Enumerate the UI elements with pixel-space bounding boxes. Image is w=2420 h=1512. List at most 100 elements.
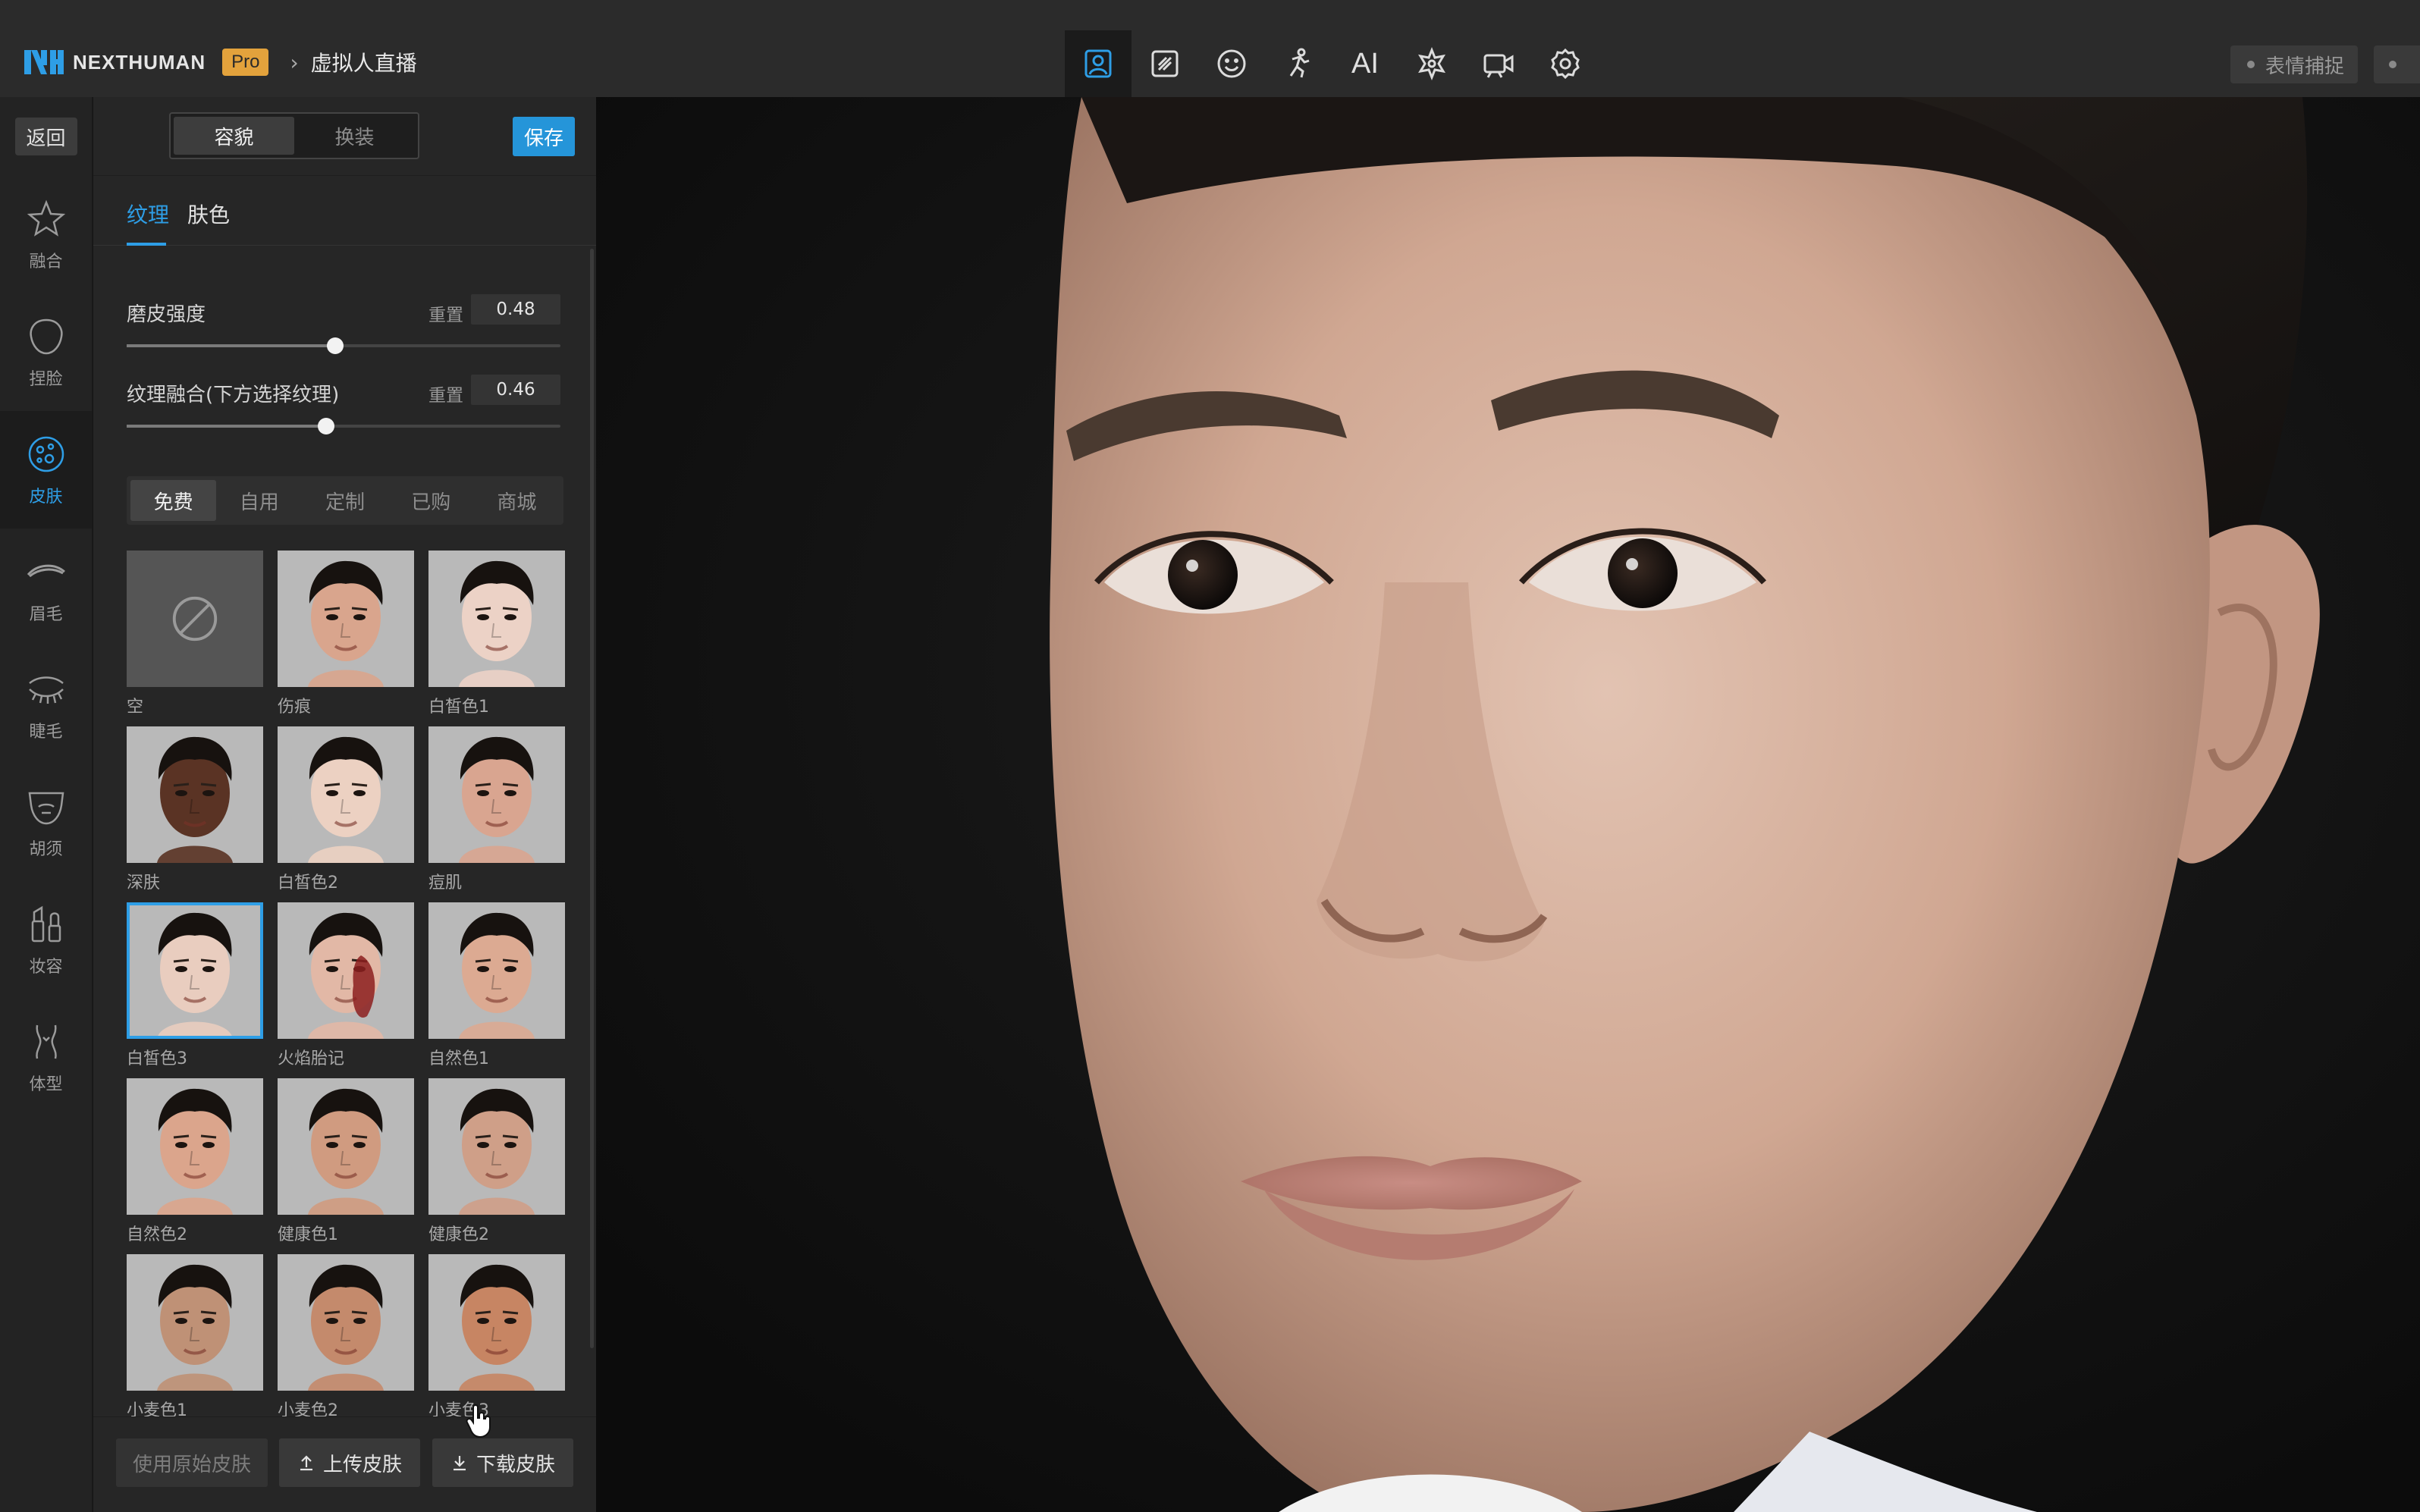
- outfit-tab[interactable]: 换装: [294, 117, 415, 155]
- smoothing-value-input[interactable]: 0.48: [471, 294, 560, 325]
- skin-option[interactable]: 深肤: [127, 726, 263, 893]
- skin-option[interactable]: 小麦色3: [428, 1254, 565, 1421]
- slash-square-icon: [1151, 50, 1179, 77]
- face-preview-icon: [278, 902, 414, 1039]
- ai-tool-button[interactable]: AI: [1332, 30, 1398, 97]
- texture-blend-slider-track[interactable]: [127, 418, 560, 434]
- filter-store[interactable]: 商城: [474, 480, 560, 521]
- skin-option-label: 健康色2: [428, 1225, 489, 1244]
- smoothing-label: 磨皮强度: [127, 303, 206, 326]
- skin-option[interactable]: 健康色2: [428, 1078, 565, 1245]
- skin-option-label: 自然色2: [127, 1225, 187, 1244]
- upload-skin-button[interactable]: 上传皮肤: [279, 1438, 420, 1487]
- skin-option-label: 空: [127, 698, 144, 717]
- face-preview-icon: [127, 1078, 263, 1215]
- skin-thumbnail: [428, 726, 565, 863]
- skin-option[interactable]: 痘肌: [428, 726, 565, 893]
- mode-segmented-control: 容貌 换装: [169, 112, 419, 159]
- skin-thumbnail: [127, 1254, 263, 1391]
- texture-blend-slider-handle[interactable]: [318, 418, 335, 434]
- body-icon: [35, 1024, 57, 1059]
- skin-thumbnail: [428, 1254, 565, 1391]
- skin-subtabs: 纹理 肤色: [93, 176, 596, 246]
- face-preview-icon: [278, 551, 414, 687]
- skin-option[interactable]: 空: [127, 551, 263, 717]
- video-camera-icon: [1483, 54, 1514, 78]
- face-preview-icon: [428, 902, 565, 1039]
- skin-option[interactable]: 自然色2: [127, 1078, 263, 1245]
- avatar-viewport[interactable]: [596, 97, 2420, 1512]
- skin-option-label: 白皙色3: [127, 1049, 187, 1068]
- download-icon: [453, 1456, 466, 1471]
- rail-header: 返回: [0, 97, 92, 176]
- appearance-tab[interactable]: 容貌: [174, 117, 294, 155]
- skin-option[interactable]: 白皙色1: [428, 551, 565, 717]
- skin-option[interactable]: 伤痕: [278, 551, 414, 717]
- texture-blend-value-input[interactable]: 0.46: [471, 375, 560, 405]
- face-preview-icon: [428, 551, 565, 687]
- use-original-skin-button[interactable]: 使用原始皮肤: [116, 1438, 268, 1487]
- skin-option[interactable]: 健康色1: [278, 1078, 414, 1245]
- tab-skin-color[interactable]: 肤色: [187, 199, 230, 229]
- skin-actions: 使用原始皮肤 上传皮肤 下载皮肤: [93, 1416, 596, 1512]
- smoothing-reset-button[interactable]: 重置: [428, 300, 463, 326]
- rail-item-beard[interactable]: 胡须: [0, 764, 92, 881]
- rail-item-makeup[interactable]: 妆容: [0, 881, 92, 999]
- panel-header: 容貌 换装 保存: [93, 97, 596, 176]
- upload-skin-label: 上传皮肤: [322, 1453, 402, 1476]
- logo-mark-icon: [24, 47, 64, 77]
- skin-thumbnail: [278, 551, 414, 687]
- logo-text: NEXTHUMAN: [73, 50, 206, 74]
- smoothing-slider-track[interactable]: [127, 337, 560, 354]
- save-button[interactable]: 保存: [513, 117, 575, 156]
- skin-option[interactable]: 白皙色3: [127, 902, 263, 1069]
- running-person-icon: [1289, 48, 1310, 78]
- rail-item-face-shape[interactable]: 捏脸: [0, 293, 92, 411]
- panel-scrollbar[interactable]: [590, 249, 594, 1348]
- rail-item-eyelash[interactable]: 睫毛: [0, 646, 92, 764]
- edit-tool-button[interactable]: [1132, 30, 1198, 97]
- expression-tool-button[interactable]: [1198, 30, 1265, 97]
- skin-option[interactable]: 自然色1: [428, 902, 565, 1069]
- makeup-icon: [31, 905, 61, 942]
- source-filter: 免费 自用 定制 已购 商城: [127, 476, 563, 525]
- back-button[interactable]: 返回: [14, 118, 77, 155]
- pro-badge: Pro: [222, 49, 269, 76]
- hand-cursor-icon: [466, 1404, 491, 1438]
- rail-item-label: 胡须: [29, 839, 63, 859]
- filter-personal[interactable]: 自用: [216, 480, 302, 521]
- skin-option-label: 自然色1: [428, 1049, 489, 1068]
- rail-item-label: 眉毛: [29, 604, 63, 624]
- download-skin-button[interactable]: 下载皮肤: [432, 1438, 573, 1487]
- camera-tool-button[interactable]: [1465, 30, 1532, 97]
- skin-option[interactable]: 小麦色1: [127, 1254, 263, 1421]
- texture-blend-reset-button[interactable]: 重置: [428, 381, 463, 406]
- settings-tool-button[interactable]: [1532, 30, 1599, 97]
- no-skin-thumbnail: [127, 551, 263, 687]
- skin-option-label: 白皙色2: [278, 874, 338, 892]
- skin-option[interactable]: 白皙色2: [278, 726, 414, 893]
- skin-option[interactable]: 小麦色2: [278, 1254, 414, 1421]
- rail-item-eyebrow[interactable]: 眉毛: [0, 529, 92, 646]
- face-preview-icon: [127, 902, 263, 1039]
- face-preview-icon: [278, 1078, 414, 1215]
- expression-capture-button[interactable]: 表情捕捉: [2230, 45, 2358, 83]
- filter-custom[interactable]: 定制: [302, 480, 388, 521]
- smoothing-slider-handle[interactable]: [326, 337, 344, 354]
- avatar-tool-button[interactable]: [1065, 30, 1132, 97]
- rail-item-label: 捏脸: [29, 369, 63, 389]
- rail-item-body[interactable]: 体型: [0, 999, 92, 1116]
- rail-item-skin[interactable]: 皮肤: [0, 411, 92, 529]
- motion-tool-button[interactable]: [1265, 30, 1332, 97]
- effects-tool-button[interactable]: [1398, 30, 1465, 97]
- skin-option-label: 深肤: [127, 874, 161, 892]
- skin-option[interactable]: 火焰胎记: [278, 902, 414, 1069]
- filter-purchased[interactable]: 已购: [388, 480, 474, 521]
- status-dot-icon: [2389, 61, 2396, 68]
- skin-thumbnail: [278, 726, 414, 863]
- rail-item-blend[interactable]: 融合: [0, 176, 92, 293]
- overflow-button[interactable]: [2374, 45, 2420, 83]
- rail-item-label: 融合: [29, 252, 63, 271]
- filter-free[interactable]: 免费: [130, 480, 217, 521]
- tab-texture[interactable]: 纹理: [127, 199, 169, 229]
